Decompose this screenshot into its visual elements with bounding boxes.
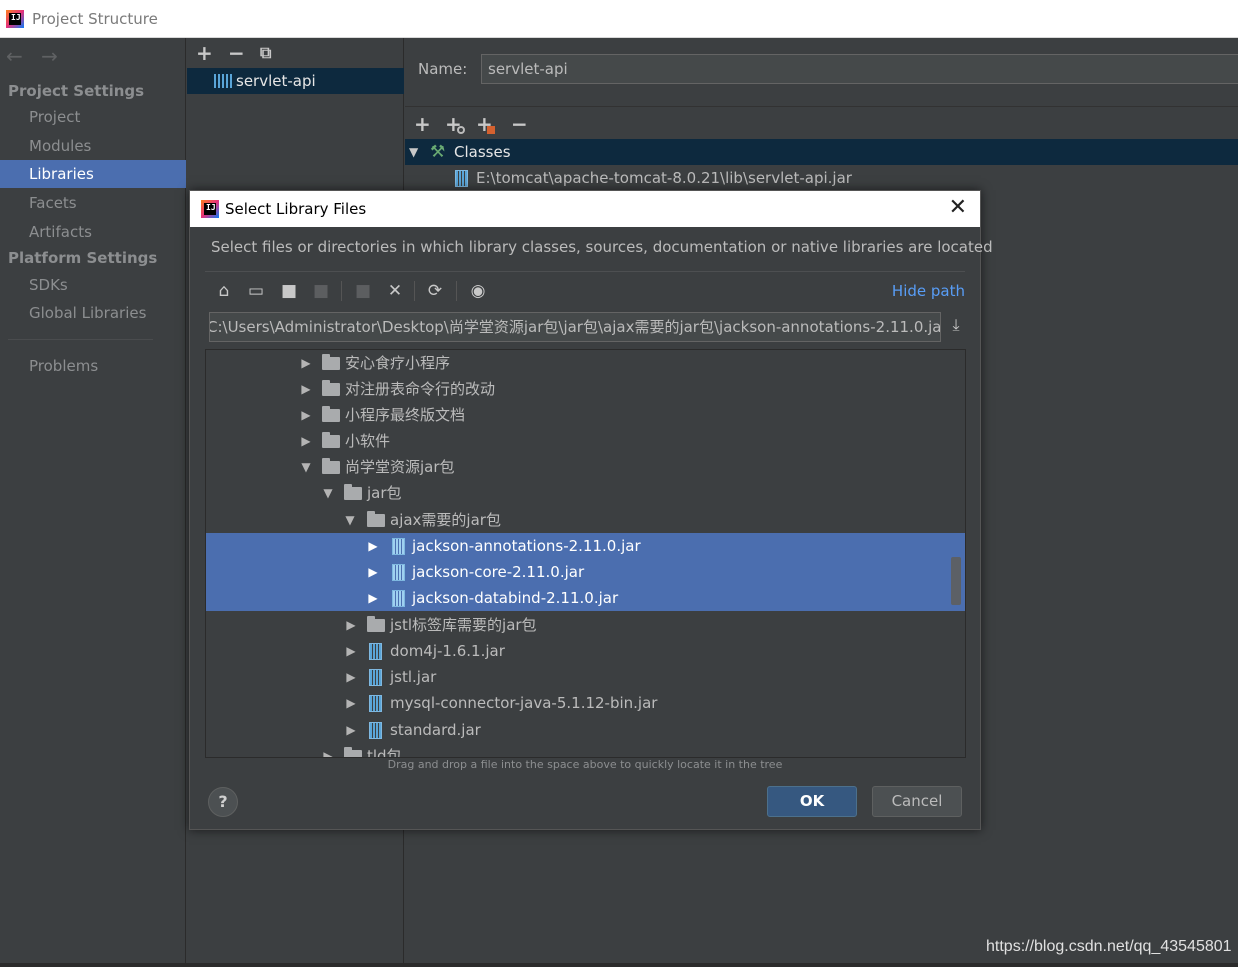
toolbar-separator: [341, 281, 342, 301]
tree-node-selected[interactable]: ▶ jackson-core-2.11.0.jar: [206, 559, 965, 585]
ok-button[interactable]: OK: [767, 786, 857, 817]
help-button[interactable]: ?: [208, 787, 238, 817]
description-divider: [205, 271, 965, 272]
library-icon: [214, 74, 232, 88]
back-forward-arrows-icon[interactable]: ← →: [6, 44, 64, 68]
refresh-icon[interactable]: ⟳: [424, 280, 446, 302]
attach-classes-badge-icon: [457, 126, 465, 134]
toolbar-separator: [456, 281, 457, 301]
tree-node[interactable]: ▶ 对注册表命令行的改动: [206, 376, 965, 402]
select-library-files-dialog: IJ Select Library Files ✕ Select files o…: [189, 190, 993, 830]
cancel-button[interactable]: Cancel: [872, 786, 962, 817]
remove-library-button[interactable]: −: [228, 42, 245, 64]
tree-node[interactable]: ▼ 尚学堂资源jar包: [206, 454, 965, 480]
drag-drop-hint: Drag and drop a file into the space abov…: [387, 758, 783, 771]
watermark: https://blog.csdn.net/qq_43545801: [986, 938, 1232, 955]
attach-sources-badge-icon: [487, 126, 495, 134]
dialog-title: Select Library Files: [225, 200, 367, 218]
detail-divider: [405, 106, 1238, 107]
copy-library-button[interactable]: ⧉: [260, 42, 271, 64]
desktop-icon[interactable]: ▭: [245, 280, 267, 302]
tree-node-selected[interactable]: ▶ jackson-annotations-2.11.0.jar: [206, 533, 965, 559]
window-title: Project Structure: [32, 9, 158, 28]
tree-node[interactable]: ▶ dom4j-1.6.1.jar: [206, 638, 965, 664]
tree-node-selected[interactable]: ▶ jackson-databind-2.11.0.jar: [206, 585, 965, 611]
tree-node[interactable]: ▶ mysql-connector-java-5.1.12-bin.jar: [206, 690, 965, 716]
tree-node[interactable]: ▶ standard.jar: [206, 717, 965, 743]
toolbar-separator: [414, 281, 415, 301]
library-label: servlet-api: [236, 72, 316, 90]
file-tree[interactable]: ▶ 安心食疗小程序 ▶ 对注册表命令行的改动 ▶ 小程序最终版文档 ▶ 小软件 …: [205, 349, 966, 758]
delete-icon[interactable]: ✕: [384, 280, 406, 302]
tree-node[interactable]: ▶ 安心食疗小程序: [206, 350, 965, 376]
intellij-logo-icon: IJ: [201, 200, 219, 218]
close-dialog-button[interactable]: ✕: [949, 197, 967, 219]
tree-node[interactable]: ▼ jar包: [206, 480, 965, 506]
jar-icon: [369, 669, 382, 686]
new-folder-icon[interactable]: ■: [352, 280, 374, 302]
dialog-description: Select files or directories in which lib…: [211, 238, 993, 256]
sidebar-item-problems[interactable]: Problems: [0, 352, 186, 380]
jar-icon: [369, 722, 382, 739]
folder-icon: [344, 747, 362, 757]
jar-icon: [455, 170, 468, 187]
sidebar-item-global-libraries[interactable]: Global Libraries: [0, 299, 186, 327]
project-folder-icon[interactable]: ■: [278, 280, 300, 302]
folder-icon: [344, 484, 362, 500]
jar-icon: [392, 564, 405, 581]
sidebar-item-facets[interactable]: Facets: [0, 189, 186, 217]
jar-icon: [369, 695, 382, 712]
tree-scrollbar[interactable]: [951, 557, 961, 605]
jar-icon: [369, 643, 382, 660]
sidebar-item-modules[interactable]: Modules: [0, 132, 186, 160]
sidebar-item-project[interactable]: Project: [0, 103, 186, 131]
library-name-field[interactable]: [481, 54, 1238, 84]
folder-icon: [322, 432, 340, 448]
dialog-title-bar: IJ Select Library Files: [190, 191, 980, 227]
jar-icon: [392, 590, 405, 607]
class-path-label: E:\tomcat\apache-tomcat-8.0.21\lib\servl…: [476, 169, 852, 187]
classes-hammer-icon: ⚒: [430, 142, 446, 162]
folder-icon: [322, 354, 340, 370]
sidebar-item-libraries[interactable]: Libraries: [0, 160, 186, 188]
folder-icon: [367, 616, 385, 632]
show-hidden-icon[interactable]: ◉: [467, 280, 489, 302]
tree-node[interactable]: ▶ jstl标签库需要的jar包: [206, 612, 965, 638]
folder-icon: [322, 406, 340, 422]
module-folder-icon[interactable]: ■: [310, 280, 332, 302]
tree-node[interactable]: ▶ tld包: [206, 743, 965, 757]
jar-icon: [392, 538, 405, 555]
folder-icon: [322, 458, 340, 474]
hide-path-link[interactable]: Hide path: [892, 282, 965, 300]
path-field[interactable]: C:\Users\Administrator\Desktop\尚学堂资源jar包…: [209, 312, 941, 342]
tree-node[interactable]: ▶ 小软件: [206, 428, 965, 454]
window-title-bar: IJ Project Structure: [0, 0, 1238, 38]
sidebar-item-sdks[interactable]: SDKs: [0, 271, 186, 299]
download-icon[interactable]: ⤓: [946, 315, 966, 337]
bottom-border: [0, 963, 1238, 967]
sidebar-divider: [8, 339, 153, 340]
name-label: Name:: [418, 60, 468, 78]
remove-root-button[interactable]: −: [511, 113, 528, 135]
sidebar-item-artifacts[interactable]: Artifacts: [0, 218, 186, 246]
classes-label: Classes: [454, 143, 511, 161]
library-list-item[interactable]: servlet-api: [187, 68, 404, 94]
tree-node[interactable]: ▼ ajax需要的jar包: [206, 507, 965, 533]
expand-arrow-icon[interactable]: ▼: [409, 139, 418, 165]
home-icon[interactable]: ⌂: [213, 280, 235, 302]
intellij-logo-icon: IJ: [6, 9, 24, 28]
platform-settings-header: Platform Settings: [8, 249, 158, 267]
tree-node[interactable]: ▶ 小程序最终版文档: [206, 402, 965, 428]
project-settings-header: Project Settings: [8, 82, 145, 100]
sidebar: ← → Project Settings Project Modules Lib…: [0, 38, 186, 967]
classes-tree-node[interactable]: ▼ ⚒ Classes: [405, 139, 1238, 165]
tree-node[interactable]: ▶ jstl.jar: [206, 664, 965, 690]
folder-icon: [367, 511, 385, 527]
add-root-button[interactable]: +: [414, 113, 431, 135]
add-library-button[interactable]: +: [196, 42, 213, 64]
folder-icon: [322, 380, 340, 396]
